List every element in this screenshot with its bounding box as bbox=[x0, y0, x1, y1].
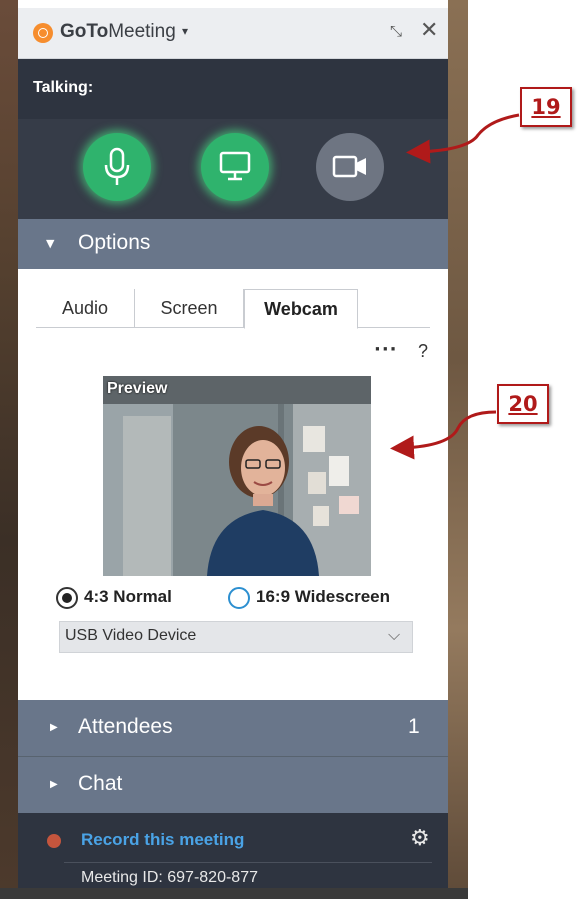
callout-19: 19 bbox=[520, 87, 572, 127]
callout-arrows bbox=[390, 113, 520, 460]
callout-20-arrow bbox=[390, 410, 497, 460]
callout-19-arrow bbox=[406, 113, 520, 164]
callout-20-label: 20 bbox=[508, 392, 538, 416]
callout-20: 20 bbox=[497, 384, 549, 424]
callout-19-label: 19 bbox=[531, 95, 561, 119]
